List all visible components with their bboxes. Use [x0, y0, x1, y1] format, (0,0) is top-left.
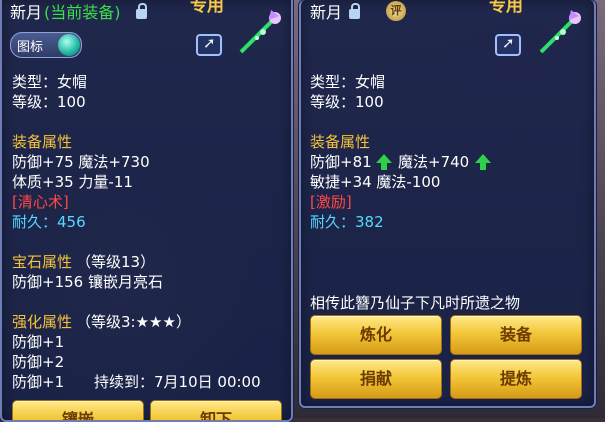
exclusive-label: 专用	[489, 0, 523, 16]
lock-icon	[349, 3, 360, 19]
special-skill: [清心术]	[12, 193, 69, 211]
share-icon[interactable]	[495, 34, 521, 56]
icon-toggle-label: 图标	[17, 40, 44, 55]
gem-level: （等级13）	[76, 253, 156, 271]
current-equipment-panel: 新月 (当前装备) 专用 图标 类型：女帽 等级：100 装备属性 防御+75 …	[0, 0, 293, 422]
enhance-line-3: 防御+1	[12, 373, 65, 391]
remove-button[interactable]: 卸下	[150, 400, 282, 420]
compare-equipment-panel: 新月 评 专用 类型：女帽 等级：100 装备属性 防御+81 魔法+740 敏…	[299, 0, 596, 408]
attr-defense: 防御+81	[310, 153, 372, 171]
enhance-line-2: 防御+2	[12, 353, 65, 371]
icon-toggle[interactable]: 图标	[10, 32, 82, 58]
rating-badge-icon[interactable]: 评	[386, 1, 406, 21]
enhance-line-1: 防御+1	[12, 333, 65, 351]
equip-button[interactable]: 装备	[450, 315, 582, 355]
durability: 耐久：382	[310, 213, 384, 231]
share-icon[interactable]	[196, 34, 222, 56]
durability: 耐久：456	[12, 213, 86, 231]
arrow-up-icon	[376, 154, 392, 170]
gem-line: 防御+156 镶嵌月亮石	[12, 273, 163, 291]
attr-magic: 魔法+740	[398, 153, 470, 171]
extract-button[interactable]: 提炼	[450, 359, 582, 399]
equip-attr-heading: 装备属性	[310, 133, 371, 151]
refine-button[interactable]: 炼化	[310, 315, 442, 355]
exclusive-label: 专用	[190, 0, 224, 16]
enhance-duration: 持续到：7月10日 00:00	[94, 373, 261, 391]
item-description: 相传此簪乃仙子下凡时所遗之物	[310, 294, 521, 312]
lock-icon	[136, 3, 147, 19]
item-level: 等级：100	[12, 93, 86, 111]
special-skill: [激励]	[310, 193, 352, 211]
toggle-knob	[58, 34, 80, 56]
equip-attr-heading: 装备属性	[12, 133, 73, 151]
item-name: 新月	[10, 3, 43, 22]
item-name: 新月	[310, 3, 343, 22]
wand-icon	[539, 10, 581, 54]
attr-line-1: 防御+75 魔法+730	[12, 153, 150, 171]
attr-line-2: 敏捷+34 魔法-100	[310, 173, 441, 191]
enhance-level: （等级3:★★★）	[76, 313, 191, 331]
current-status-label: (当前装备)	[44, 3, 121, 22]
arrow-up-icon	[475, 154, 491, 170]
item-level: 等级：100	[310, 93, 384, 111]
attr-line-2: 体质+35 力量-11	[12, 173, 133, 191]
wand-icon	[239, 10, 281, 54]
inlay-button[interactable]: 镶嵌	[12, 400, 144, 420]
gem-attr-heading: 宝石属性	[12, 253, 73, 271]
donate-button[interactable]: 捐献	[310, 359, 442, 399]
item-type: 类型：女帽	[12, 73, 88, 91]
item-type: 类型：女帽	[310, 73, 386, 91]
enhance-attr-heading: 强化属性	[12, 313, 73, 331]
